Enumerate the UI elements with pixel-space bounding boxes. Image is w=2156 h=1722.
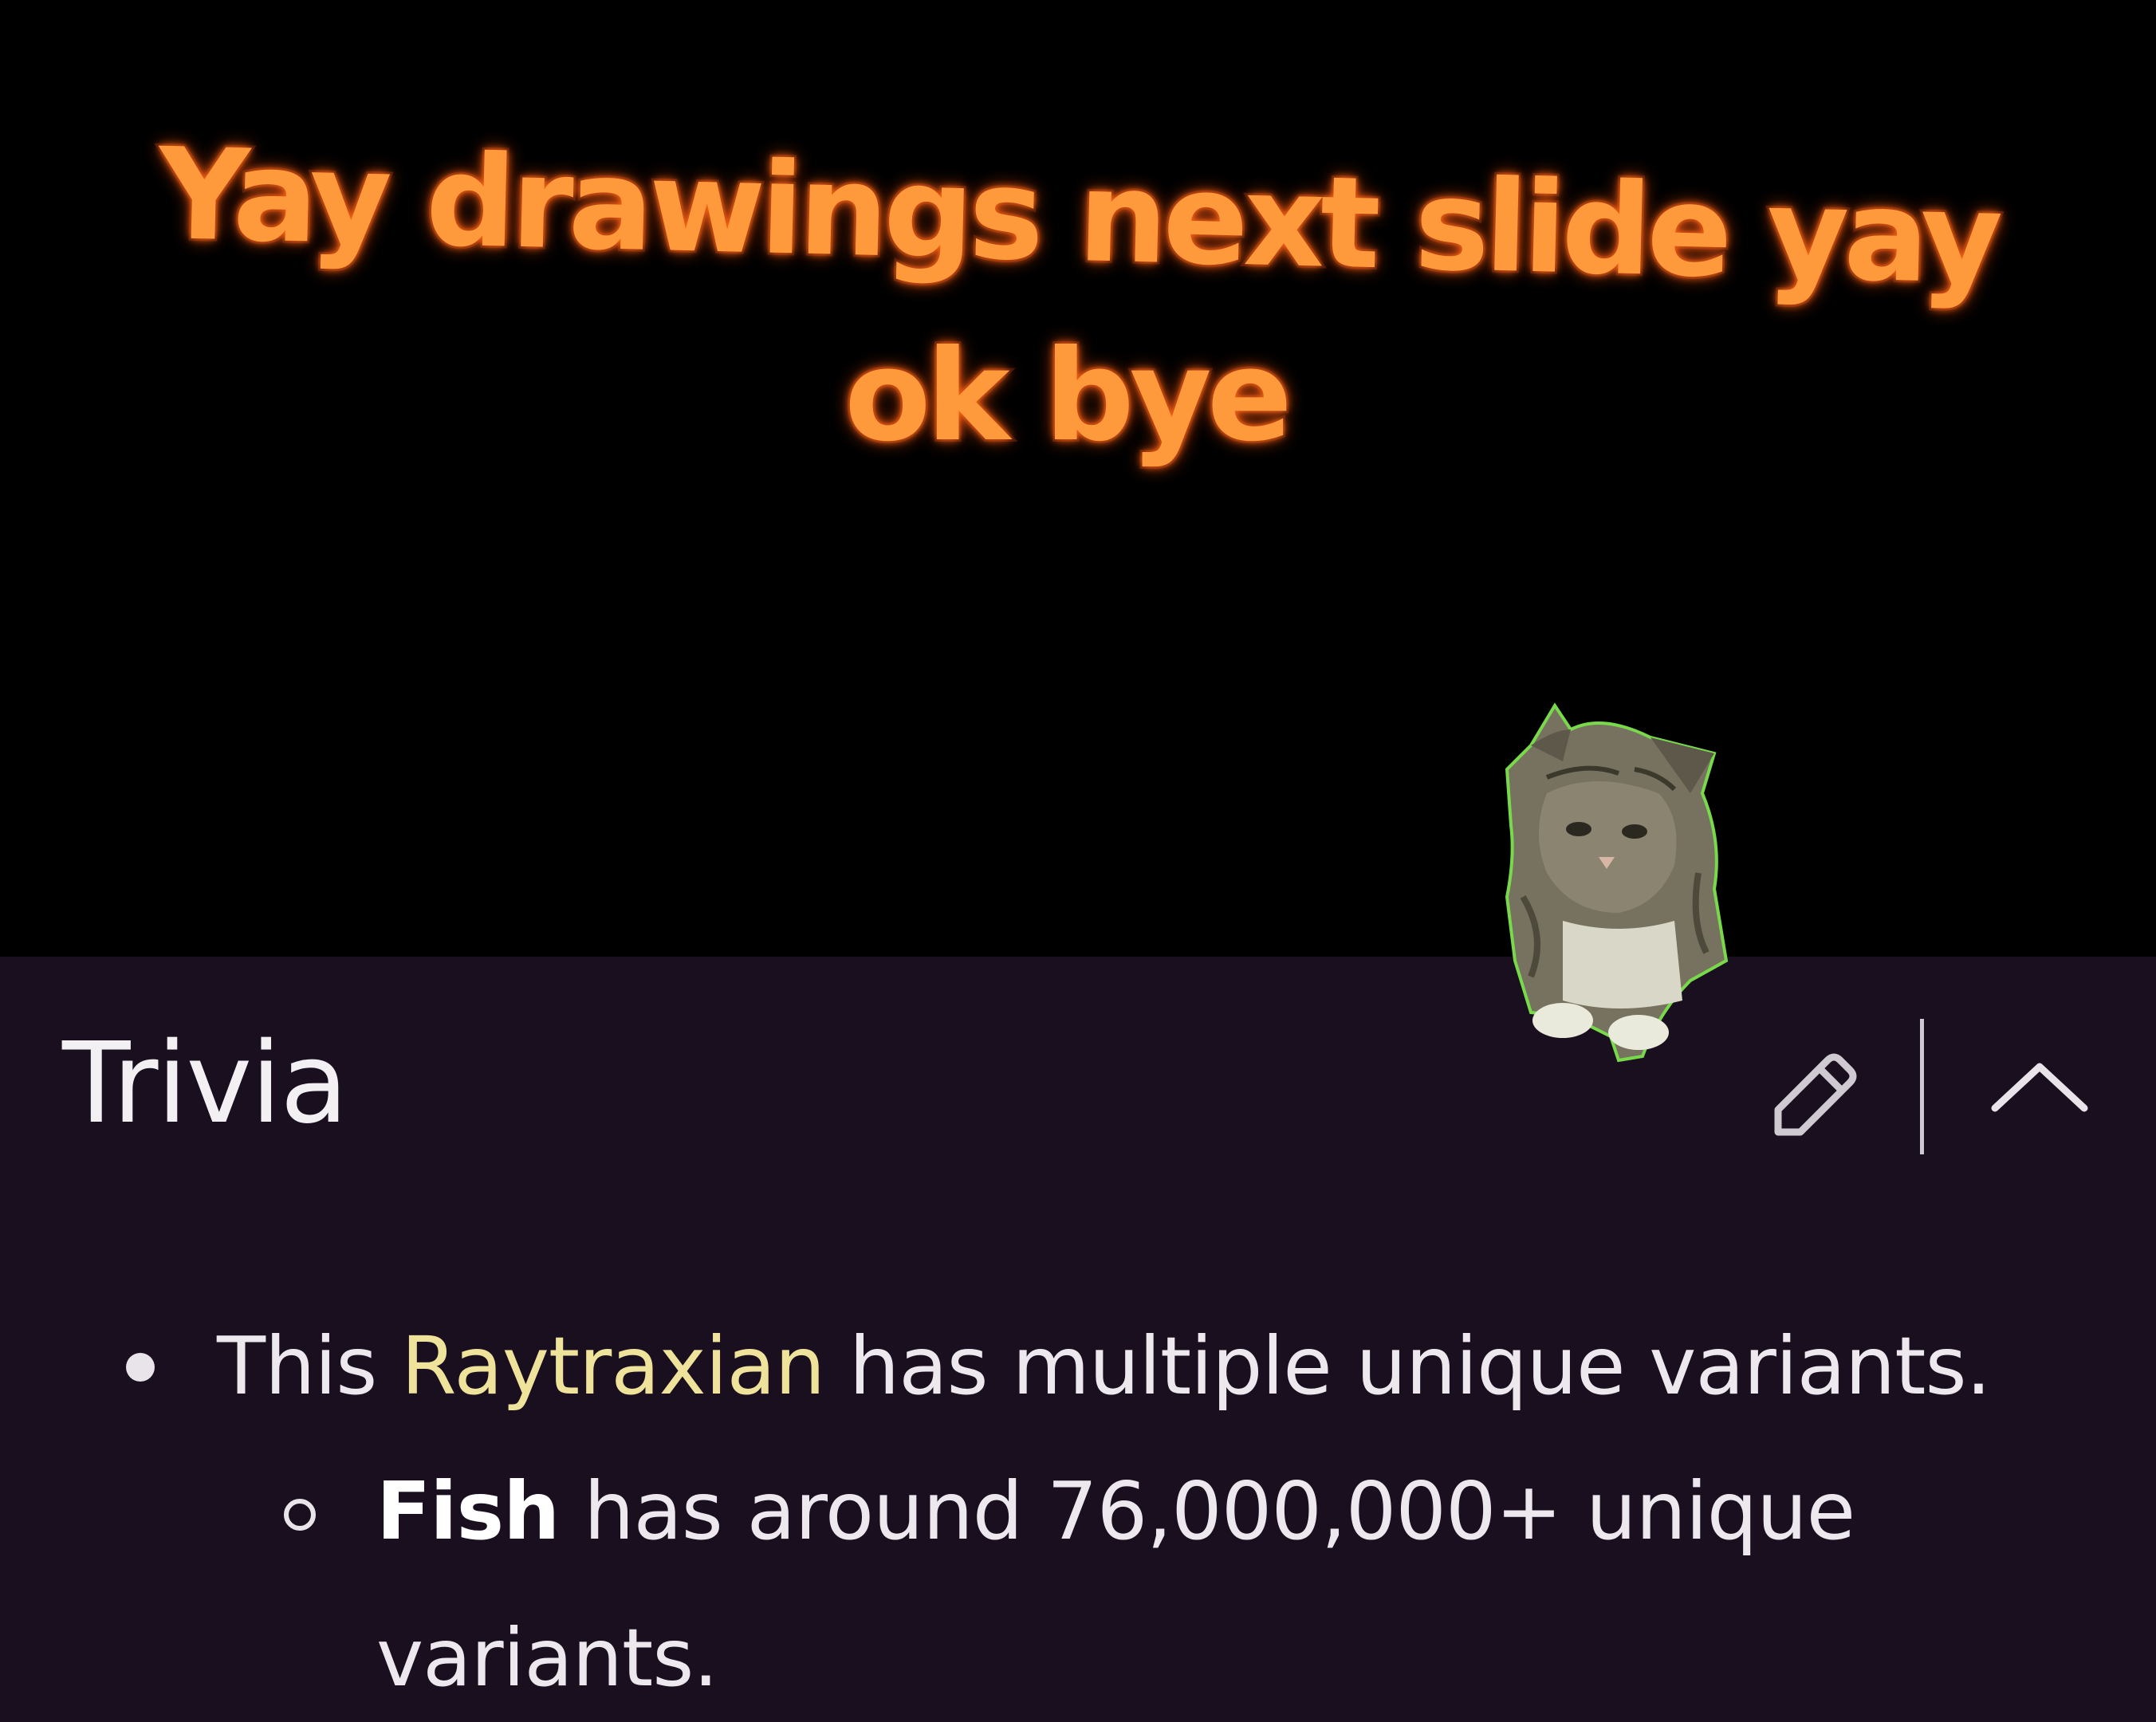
kitten-icon (1505, 702, 1729, 1063)
edit-button[interactable] (1754, 1036, 1866, 1148)
section-title: Trivia (62, 1019, 348, 1149)
fish-label: Fish (376, 1464, 560, 1558)
toolbar-divider (1920, 1019, 1924, 1154)
chevron-up-icon (1991, 1063, 2088, 1112)
trivia-item-1-prefix: This (217, 1319, 402, 1413)
trivia-item-1: This Raytraxian has multiple unique vari… (217, 1311, 1992, 1422)
caption-line-1: Yay drawings next slide yay (154, 119, 2001, 315)
sub-bullet-icon (284, 1499, 316, 1531)
bullet-icon (126, 1353, 155, 1382)
kitten-sticker (1499, 698, 1746, 1064)
pencil-icon (1774, 1053, 1857, 1136)
caption-line-2: ok bye (842, 320, 1295, 472)
trivia-subitem-1-continued: variants. (376, 1611, 718, 1704)
trivia-subitem-1-text: has around 76,000,000+ unique (559, 1464, 1855, 1558)
raytraxian-link[interactable]: Raytraxian (401, 1319, 825, 1413)
overlay-caption: Yay drawings next slide yay ok bye (0, 119, 2156, 486)
collapse-button[interactable] (1984, 1044, 2095, 1132)
trivia-item-1-suffix: has multiple unique variants. (824, 1319, 1992, 1413)
trivia-subitem-1: Fish has around 76,000,000+ unique (376, 1456, 1855, 1567)
